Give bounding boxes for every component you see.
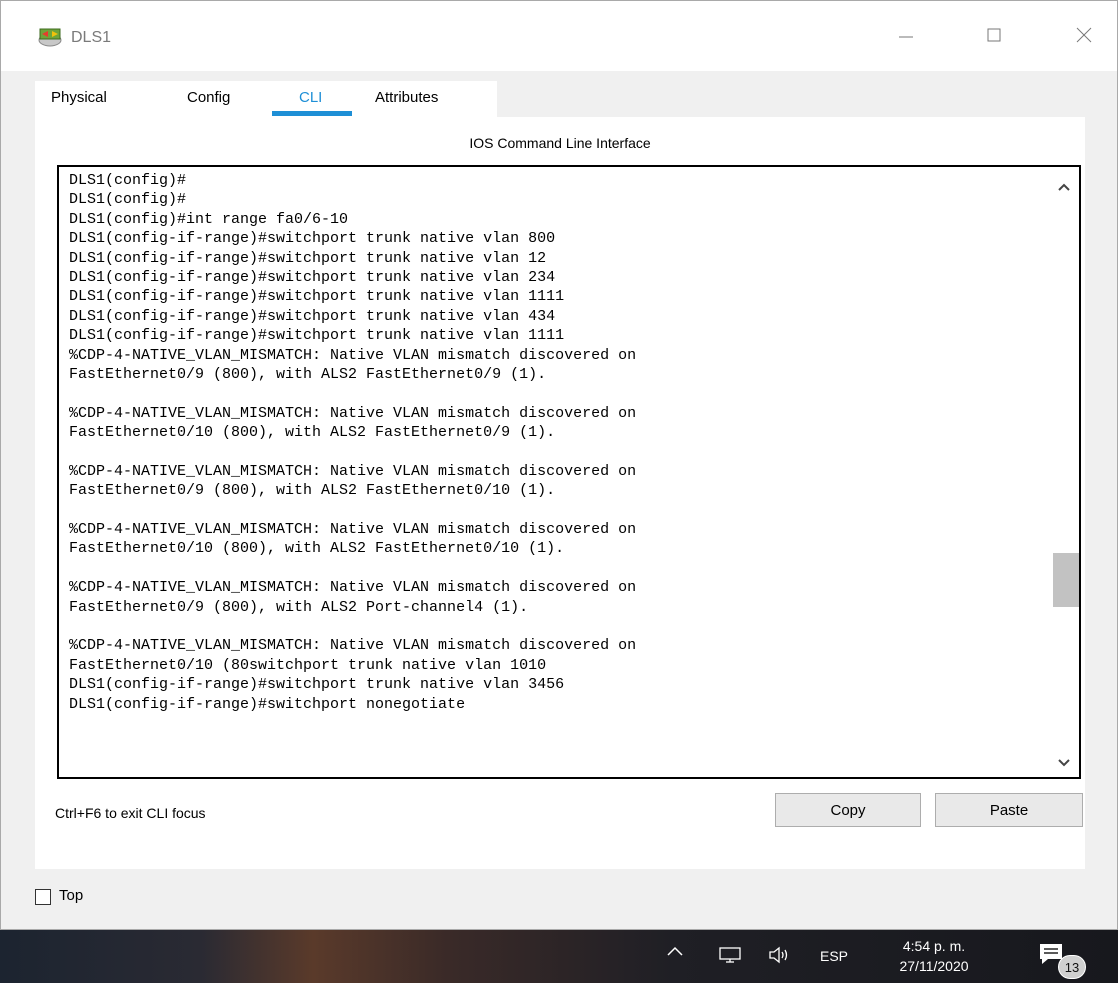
tab-strip: Physical Config CLI Attributes xyxy=(35,81,497,117)
cli-heading: IOS Command Line Interface xyxy=(469,135,651,151)
cli-output-line: %CDP-4-NATIVE_VLAN_MISMATCH: Native VLAN… xyxy=(69,579,637,597)
cli-output-line: %CDP-4-NATIVE_VLAN_MISMATCH: Native VLAN… xyxy=(69,521,637,539)
window-title: DLS1 xyxy=(71,29,112,46)
cli-output-line: DLS1(config-if-range)#switchport nonegot… xyxy=(69,695,466,713)
top-checkbox[interactable] xyxy=(35,889,51,905)
cli-output-line: DLS1(config-if-range)#switchport trunk n… xyxy=(69,676,565,694)
taskbar: ESP 4:54 p. m. 27/11/2020 13 xyxy=(0,930,1118,983)
close-icon xyxy=(1075,26,1093,49)
maximize-icon xyxy=(986,27,1002,48)
packet-tracer-device-icon xyxy=(37,25,63,47)
volume-icon[interactable] xyxy=(768,946,792,969)
cli-output-line: DLS1(config-if-range)#switchport trunk n… xyxy=(69,249,547,267)
cli-output-line: %CDP-4-NATIVE_VLAN_MISMATCH: Native VLAN… xyxy=(69,346,637,364)
cli-output-line: DLS1(config-if-range)#switchport trunk n… xyxy=(69,230,556,248)
input-language[interactable]: ESP xyxy=(820,948,848,964)
cli-output-line: %CDP-4-NATIVE_VLAN_MISMATCH: Native VLAN… xyxy=(69,462,637,480)
maximize-button[interactable] xyxy=(971,19,1017,55)
cli-output-line xyxy=(69,384,1059,403)
cli-output-line xyxy=(69,559,1059,578)
active-tab-indicator xyxy=(272,111,352,116)
scroll-up-icon[interactable] xyxy=(1057,179,1071,191)
cli-output-line: DLS1(config-if-range)#switchport trunk n… xyxy=(69,327,565,345)
cli-output-line: DLS1(config)# xyxy=(69,191,187,209)
show-hidden-icons-chevron-icon[interactable] xyxy=(666,944,684,963)
app-window: DLS1 Physical Config CLI Attributes IOS … xyxy=(0,0,1118,930)
cli-output-line xyxy=(69,442,1059,461)
minimize-icon xyxy=(898,27,914,48)
console-scrollbar[interactable] xyxy=(1049,167,1079,777)
cli-output-line: FastEthernet0/10 (800), with ALS2 FastEt… xyxy=(69,424,556,442)
paste-button[interactable]: Paste xyxy=(935,793,1083,827)
cli-output-line: DLS1(config-if-range)#switchport trunk n… xyxy=(69,268,556,286)
cli-output-line xyxy=(69,617,1059,636)
copy-button[interactable]: Copy xyxy=(775,793,921,827)
exit-focus-hint: Ctrl+F6 to exit CLI focus xyxy=(55,805,206,821)
cli-output[interactable]: DLS1(config)# DLS1(config)# DLS1(config)#i… xyxy=(69,171,1059,714)
top-checkbox-label: Top xyxy=(59,887,84,904)
tab-attributes[interactable]: Attributes xyxy=(375,89,438,106)
cli-output-line: DLS1(config-if-range)#switchport trunk n… xyxy=(69,288,565,306)
tab-physical[interactable]: Physical xyxy=(51,89,107,106)
cli-output-line: %CDP-4-NATIVE_VLAN_MISMATCH: Native VLAN… xyxy=(69,404,637,422)
system-clock[interactable]: 4:54 p. m. 27/11/2020 xyxy=(884,936,984,976)
cli-output-line: FastEthernet0/9 (800), with ALS2 FastEth… xyxy=(69,482,556,500)
tab-config[interactable]: Config xyxy=(187,89,230,106)
cli-panel: IOS Command Line Interface DLS1(config)#… xyxy=(35,117,1085,869)
cli-output-line: FastEthernet0/9 (800), with ALS2 Port-ch… xyxy=(69,598,529,616)
cli-output-line xyxy=(69,501,1059,520)
cli-output-line: DLS1(config-if-range)#switchport trunk n… xyxy=(69,307,556,325)
cli-output-line: %CDP-4-NATIVE_VLAN_MISMATCH: Native VLAN… xyxy=(69,637,637,655)
network-icon[interactable] xyxy=(718,946,742,969)
minimize-button[interactable] xyxy=(883,19,929,55)
cli-output-line: FastEthernet0/10 (800), with ALS2 FastEt… xyxy=(69,540,565,558)
close-button[interactable] xyxy=(1061,19,1107,55)
cli-output-line: DLS1(config)#int range fa0/6-10 xyxy=(69,210,349,228)
cli-console[interactable]: DLS1(config)# DLS1(config)# DLS1(config)#i… xyxy=(57,165,1081,779)
clock-date: 27/11/2020 xyxy=(899,958,969,974)
cli-output-line: FastEthernet0/10 (80switchport trunk nat… xyxy=(69,656,547,674)
scroll-down-icon[interactable] xyxy=(1057,755,1071,767)
scroll-thumb[interactable] xyxy=(1053,553,1079,607)
notification-count-badge: 13 xyxy=(1058,955,1086,979)
cli-output-line: FastEthernet0/9 (800), with ALS2 FastEth… xyxy=(69,365,547,383)
clock-time: 4:54 p. m. xyxy=(902,938,966,954)
tab-bar: Physical Config CLI Attributes xyxy=(35,81,1085,117)
title-bar: DLS1 xyxy=(1,1,1117,71)
cli-output-line: DLS1(config)# xyxy=(69,172,187,189)
tab-cli[interactable]: CLI xyxy=(299,89,322,106)
